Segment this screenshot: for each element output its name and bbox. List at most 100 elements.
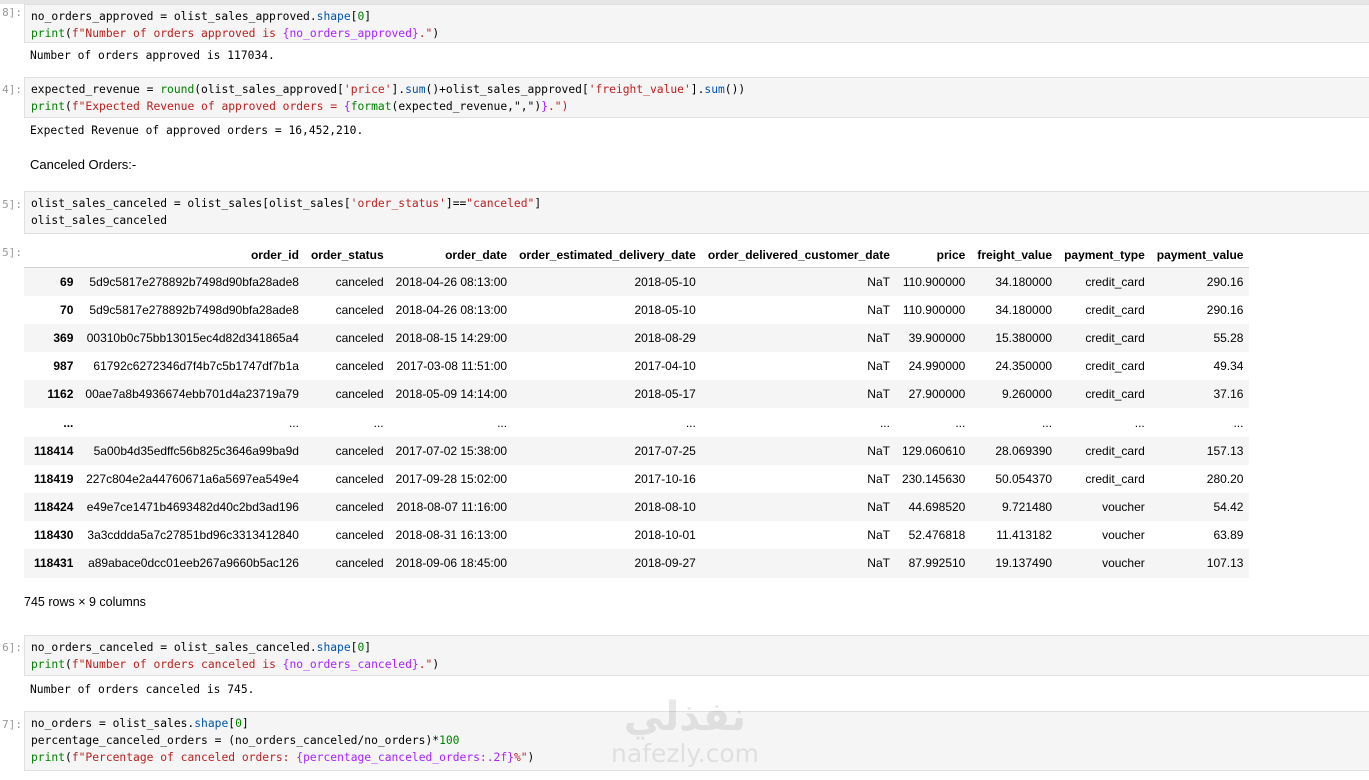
- table-cell: NaT: [867, 556, 890, 571]
- table-cell: 107.13: [1206, 556, 1244, 571]
- table-cell: 2018-10-01: [634, 528, 696, 543]
- table-cell: 19.137490: [995, 556, 1053, 571]
- row-index: 118414: [34, 443, 74, 458]
- row-index: 69: [60, 274, 74, 289]
- dataframe-shape: 745 rows × 9 columns: [24, 595, 146, 609]
- table-cell: 54.42: [1213, 500, 1244, 515]
- table-cell: e49e7ce1471b4693482d40c2bd3ad196: [86, 500, 299, 515]
- table-cell: canceled: [335, 471, 384, 486]
- column-header: order_estimated_delivery_date: [513, 243, 702, 268]
- table-row: 369 00310b0c75bb13015ec4d82d341865a4 cance…: [24, 323, 1250, 353]
- table-cell: NaT: [867, 528, 890, 543]
- cell-output: Number of orders approved is 117034.: [30, 49, 275, 62]
- table-cell: canceled: [335, 359, 384, 374]
- table-cell: 230.145630: [901, 471, 966, 486]
- code-line: olist_sales_canceled = olist_sales[olist…: [31, 197, 542, 210]
- table-cell: 2018-09-06 18:45:00: [395, 556, 508, 571]
- table-cell: 2017-03-08 11:51:00: [396, 359, 508, 374]
- row-index: ...: [63, 415, 74, 430]
- table-cell: 15.380000: [995, 330, 1053, 345]
- row-index: 118419: [34, 471, 74, 486]
- cell-prompt: 4]:: [2, 83, 22, 96]
- table-cell: 52.476818: [908, 528, 966, 543]
- cell-prompt: 7]:: [2, 718, 22, 731]
- table-cell: canceled: [335, 500, 384, 515]
- table-cell: 37.16: [1213, 387, 1244, 402]
- table-cell: 61792c6272346d7f4b7c5b1747df7b1a: [93, 359, 299, 374]
- column-header: payment_type: [1058, 243, 1151, 268]
- table-cell: ...: [1233, 415, 1244, 430]
- table-cell: canceled: [335, 528, 384, 543]
- row-index: 70: [60, 302, 74, 317]
- column-header: freight_value: [971, 243, 1059, 268]
- table-cell: canceled: [335, 302, 384, 317]
- column-header: payment_value: [1150, 243, 1250, 268]
- table-body: 69 5d9c5817e278892b7498d90bfa28ade8 cancel…: [24, 267, 1250, 578]
- table-cell: 2017-07-25: [634, 443, 696, 458]
- table-cell: 00310b0c75bb13015ec4d82d341865a4: [86, 330, 299, 345]
- column-header: order_date: [389, 243, 514, 268]
- table-cell: 110.900000: [902, 302, 966, 317]
- cell-prompt: 5]:: [2, 198, 22, 211]
- table-row: 69 5d9c5817e278892b7498d90bfa28ade8 cancel…: [24, 267, 1250, 296]
- table-cell: 55.28: [1213, 330, 1244, 345]
- table-cell: 2017-09-28 15:02:00: [395, 471, 508, 486]
- cell-prompt: 6]:: [2, 641, 22, 654]
- watermark-logo: نفذلي nafezly.com: [595, 695, 775, 780]
- code-cell-no-orders-approved[interactable]: no_orders_approved = olist_sales_approve…: [24, 4, 1369, 43]
- table-row: 118430 3a3cddda5a7c27851bd96c3313412840 ca…: [24, 521, 1249, 549]
- index-header: [24, 243, 80, 268]
- table-cell: ...: [373, 415, 384, 430]
- table-cell: ...: [1134, 415, 1145, 430]
- table-cell: 2018-08-15 14:29:00: [395, 330, 508, 345]
- watermark-arabic: نفذلي: [623, 694, 747, 740]
- table-cell: 24.990000: [908, 359, 966, 374]
- table-cell: voucher: [1102, 500, 1145, 515]
- row-index: 987: [53, 359, 74, 374]
- table-cell: 2017-07-02 15:38:00: [395, 443, 508, 458]
- table-cell: 11.413182: [996, 528, 1053, 543]
- table-cell: ...: [497, 415, 508, 430]
- table-cell: 129.060610: [901, 443, 966, 458]
- watermark-latin: nafezly.com: [611, 739, 759, 768]
- table-cell: 290.16: [1206, 302, 1244, 317]
- table-row: 987 61792c6272346d7f4b7c5b1747df7b1a cance…: [24, 352, 1249, 380]
- table-cell: ...: [288, 415, 299, 430]
- table-cell: 34.180000: [995, 302, 1053, 317]
- code-line: print(f"Expected Revenue of approved ord…: [31, 100, 569, 113]
- cell-output: Number of orders canceled is 745.: [30, 683, 255, 696]
- code-cell-expected-revenue[interactable]: expected_revenue = round(olist_sales_app…: [24, 77, 1369, 118]
- column-header: order_status: [304, 243, 390, 268]
- table-cell: canceled: [335, 274, 384, 289]
- table-cell: NaT: [867, 443, 890, 458]
- table-cell: 27.900000: [908, 387, 966, 402]
- table-cell: canceled: [335, 387, 384, 402]
- table-cell: 9.721480: [1002, 500, 1053, 515]
- table-cell: 87.992510: [908, 556, 966, 571]
- row-index: 118430: [34, 528, 74, 543]
- output-prompt: 5]:: [2, 246, 22, 259]
- column-header: order_delivered_customer_date: [701, 243, 896, 268]
- table-cell: 28.069390: [995, 443, 1053, 458]
- code-cell-no-orders-canceled[interactable]: no_orders_canceled = olist_sales_cancele…: [24, 635, 1369, 676]
- cell-prompt: 8]:: [2, 6, 22, 19]
- table-cell: 2018-08-10: [634, 500, 696, 515]
- code-cell-olist-sales-canceled[interactable]: olist_sales_canceled = olist_sales[olist…: [24, 191, 1369, 234]
- table-row: 118419 227c804e2a44760671a6a5697ea549e4 ca…: [24, 465, 1249, 493]
- code-line: expected_revenue = round(olist_sales_app…: [31, 83, 746, 96]
- table-cell: canceled: [335, 330, 384, 345]
- table-cell: ...: [955, 415, 966, 430]
- table-cell: 24.350000: [995, 359, 1053, 374]
- table-cell: 2018-05-17: [634, 387, 696, 402]
- table-cell: ...: [1042, 415, 1053, 430]
- table-header-row: order_id order_status order_date order_esti…: [24, 243, 1250, 268]
- table-cell: credit_card: [1085, 274, 1145, 289]
- table-cell: 5d9c5817e278892b7498d90bfa28ade8: [89, 302, 299, 317]
- table-row: 1162 00ae7a8b4936674ebb701d4a23719a79 canc…: [24, 380, 1250, 409]
- row-index: 118424: [34, 500, 74, 515]
- table-cell: 2018-05-09 14:14:00: [395, 387, 508, 402]
- table-cell: NaT: [867, 387, 890, 402]
- table-cell: credit_card: [1085, 471, 1145, 486]
- table-cell: 63.89: [1213, 528, 1244, 543]
- table-cell: 2018-05-10: [634, 302, 696, 317]
